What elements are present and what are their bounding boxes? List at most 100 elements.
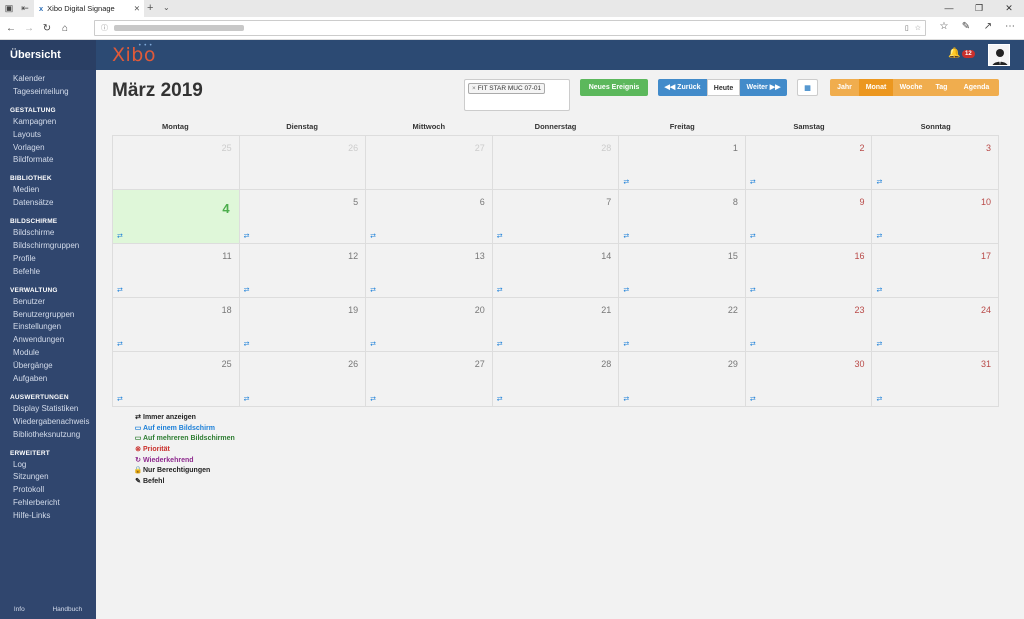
event-always-icon[interactable]: ⇄ <box>750 286 756 294</box>
view-year-button[interactable]: Jahr <box>830 79 859 96</box>
day-number[interactable]: 20 <box>475 305 485 315</box>
day-number[interactable]: 21 <box>601 305 611 315</box>
event-always-icon[interactable]: ⇄ <box>623 286 629 294</box>
calendar-day[interactable]: 21 ⇄ <box>493 298 620 351</box>
sidebar-item[interactable]: Bildschirmgruppen <box>0 240 96 253</box>
date-picker-button[interactable]: ▦ <box>797 79 818 96</box>
reading-view-icon[interactable]: ▯ <box>905 24 909 32</box>
event-always-icon[interactable]: ⇄ <box>370 395 376 403</box>
day-number[interactable]: 14 <box>601 251 611 261</box>
event-always-icon[interactable]: ⇄ <box>623 178 629 186</box>
event-always-icon[interactable]: ⇄ <box>623 340 629 348</box>
calendar-day[interactable]: 1 ⇄ <box>619 136 746 189</box>
day-number[interactable]: 1 <box>733 143 738 153</box>
day-number[interactable]: 31 <box>981 359 991 369</box>
view-month-button[interactable]: Monat <box>859 79 893 96</box>
calendar-day[interactable]: 16 ⇄ <box>746 244 873 297</box>
calendar-day[interactable]: 13 ⇄ <box>366 244 493 297</box>
event-always-icon[interactable]: ⇄ <box>497 340 503 348</box>
sidebar-item[interactable]: Anwendungen <box>0 334 96 347</box>
sidebar-title[interactable]: Übersicht <box>0 40 96 70</box>
display-filter-input[interactable]: × FIT STAR MUC 07-01 <box>464 79 570 111</box>
day-number[interactable]: 27 <box>475 143 485 153</box>
day-number[interactable]: 17 <box>981 251 991 261</box>
tab-back-icon[interactable]: ⇤ <box>18 3 32 15</box>
new-event-button[interactable]: Neues Ereignis <box>580 79 648 96</box>
filter-remove-icon[interactable]: × <box>472 85 476 92</box>
sidebar-item[interactable]: Benutzer <box>0 296 96 309</box>
day-number[interactable]: 28 <box>601 143 611 153</box>
calendar-day[interactable]: 20 ⇄ <box>366 298 493 351</box>
minimize-button[interactable]: — <box>934 0 964 17</box>
event-always-icon[interactable]: ⇄ <box>370 286 376 294</box>
home-icon[interactable]: ⌂ <box>56 23 74 34</box>
event-always-icon[interactable]: ⇄ <box>497 286 503 294</box>
day-number[interactable]: 16 <box>854 251 864 261</box>
day-number[interactable]: 8 <box>733 197 738 207</box>
tab-actions-icon[interactable]: ▣ <box>2 3 16 15</box>
sidebar-item[interactable]: Log <box>0 459 96 472</box>
share-icon[interactable]: ↗ <box>980 21 996 32</box>
event-always-icon[interactable]: ⇄ <box>117 395 123 403</box>
sidebar-item[interactable]: Wiedergabenachweis <box>0 416 96 429</box>
event-always-icon[interactable]: ⇄ <box>750 340 756 348</box>
event-always-icon[interactable]: ⇄ <box>750 232 756 240</box>
event-always-icon[interactable]: ⇄ <box>244 340 250 348</box>
calendar-day[interactable]: 8 ⇄ <box>619 190 746 243</box>
event-always-icon[interactable]: ⇄ <box>117 232 123 240</box>
close-window-button[interactable]: ✕ <box>994 0 1024 17</box>
tab-close-icon[interactable]: ✕ <box>134 4 140 13</box>
day-number[interactable]: 13 <box>475 251 485 261</box>
sidebar-item[interactable]: Benutzergruppen <box>0 309 96 322</box>
day-number[interactable]: 12 <box>348 251 358 261</box>
favorites-icon[interactable]: ☆ <box>936 21 952 32</box>
back-icon[interactable]: ← <box>2 23 20 34</box>
day-number[interactable]: 6 <box>480 197 485 207</box>
forward-icon[interactable]: → <box>20 23 38 34</box>
event-always-icon[interactable]: ⇄ <box>623 232 629 240</box>
calendar-day[interactable]: 24 ⇄ <box>872 298 998 351</box>
previous-button[interactable]: ◀◀ Zurück <box>658 79 707 96</box>
day-number[interactable]: 10 <box>981 197 991 207</box>
calendar-day[interactable]: 9 ⇄ <box>746 190 873 243</box>
favorite-star-icon[interactable]: ☆ <box>915 24 921 32</box>
sidebar-item[interactable]: Display Statistiken <box>0 403 96 416</box>
sidebar-item[interactable]: Bildformate <box>0 154 96 167</box>
xibo-logo[interactable]: Xibo • • • <box>112 42 156 66</box>
sidebar-item[interactable]: Hilfe-Links <box>0 510 96 523</box>
calendar-day[interactable]: 28 ⇄ <box>493 352 620 406</box>
event-always-icon[interactable]: ⇄ <box>750 178 756 186</box>
calendar-day[interactable]: 19 ⇄ <box>240 298 367 351</box>
calendar-day[interactable]: 15 ⇄ <box>619 244 746 297</box>
day-number[interactable]: 3 <box>986 143 991 153</box>
day-number[interactable]: 30 <box>854 359 864 369</box>
sidebar-item[interactable]: Kampagnen <box>0 116 96 129</box>
day-number[interactable]: 26 <box>348 143 358 153</box>
day-number[interactable]: 28 <box>601 359 611 369</box>
sidebar-item[interactable]: Aufgaben <box>0 373 96 386</box>
calendar-day[interactable]: 14 ⇄ <box>493 244 620 297</box>
calendar-day[interactable]: 17 ⇄ <box>872 244 998 297</box>
day-number[interactable]: 9 <box>859 197 864 207</box>
sidebar-item[interactable]: Einstellungen <box>0 321 96 334</box>
sidebar-item[interactable]: Bibliotheksnutzung <box>0 429 96 442</box>
event-always-icon[interactable]: ⇄ <box>497 395 503 403</box>
notification-badge[interactable]: 12 <box>962 50 975 58</box>
calendar-day[interactable]: 2 ⇄ <box>746 136 873 189</box>
event-always-icon[interactable]: ⇄ <box>876 395 882 403</box>
day-number[interactable]: 25 <box>222 143 232 153</box>
day-number[interactable]: 26 <box>348 359 358 369</box>
calendar-day[interactable]: 22 ⇄ <box>619 298 746 351</box>
calendar-day[interactable]: 25 <box>113 136 240 189</box>
sidebar-item[interactable]: Sitzungen <box>0 471 96 484</box>
tab-dropdown-icon[interactable]: ⌄ <box>163 3 170 12</box>
new-tab-button[interactable]: + <box>147 2 153 14</box>
view-agenda-button[interactable]: Agenda <box>954 79 999 96</box>
today-button[interactable]: Heute <box>707 79 740 96</box>
event-always-icon[interactable]: ⇄ <box>370 340 376 348</box>
calendar-day[interactable]: 26 <box>240 136 367 189</box>
day-number[interactable]: 22 <box>728 305 738 315</box>
day-number[interactable]: 29 <box>728 359 738 369</box>
view-week-button[interactable]: Woche <box>893 79 929 96</box>
sidebar-item[interactable]: Tageseinteilung <box>0 86 96 99</box>
